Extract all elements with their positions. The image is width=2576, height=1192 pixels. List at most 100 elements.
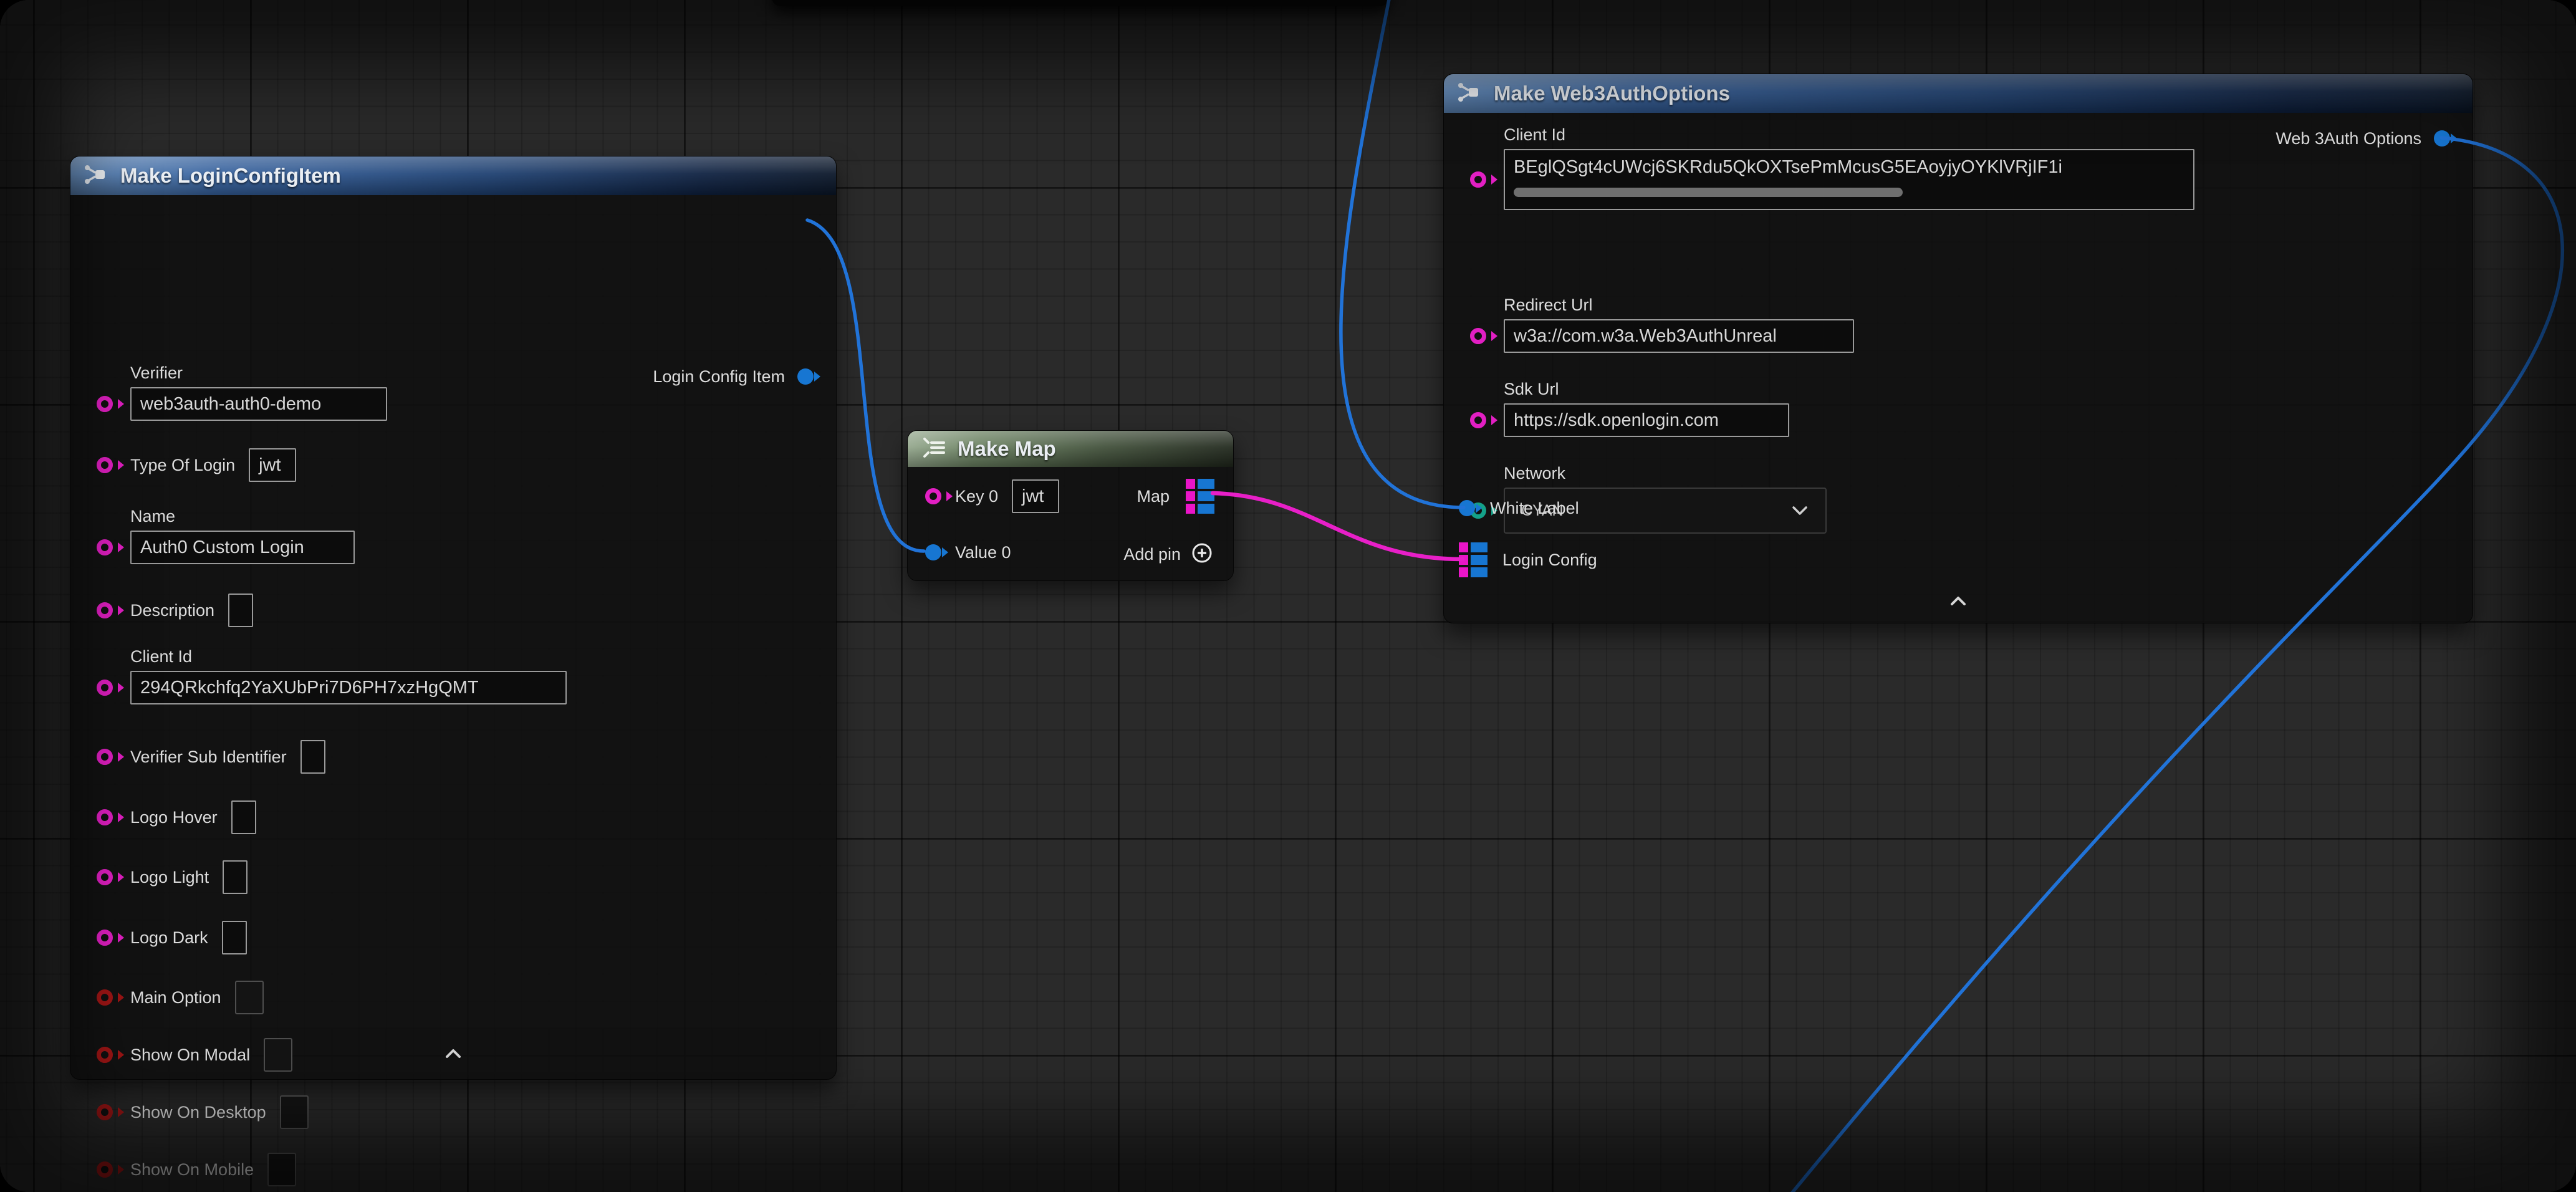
pin-row-verifier-sub-identifier: Verifier Sub Identifier [97,739,325,774]
client-id-value: BEglQSgt4cUWcj6SKRdu5QkOXTsePmMcusG5EAoy… [1514,157,2062,177]
pin-row-client-id: Client Id BEglQSgt4cUWcj6SKRdu5QkOXTsePm… [1470,125,2194,210]
show-on-mobile-checkbox[interactable] [267,1153,296,1186]
key0-label: Key 0 [955,487,998,506]
sdk-url-input-pin[interactable] [1470,412,1486,428]
client-id-input-pin[interactable] [97,680,113,696]
field-label: Type Of Login [130,456,235,475]
node-title: Make LoginConfigItem [120,164,341,188]
pin-row-description: Description [97,593,253,628]
name-input-pin[interactable] [97,539,113,555]
verifier-input-pin[interactable] [97,396,113,412]
description-field[interactable] [228,594,253,627]
redirect-url-field[interactable]: w3a://com.w3a.Web3AuthUnreal [1504,319,1854,353]
field-label: White Label [1490,499,1579,518]
logo-hover-input-pin[interactable] [97,809,113,825]
field-label: Client Id [1504,125,2181,145]
pin-row-show-on-mobile: Show On Mobile [97,1152,296,1187]
logo-light-input-pin[interactable] [97,869,113,885]
pin-row-logo-dark: Logo Dark [97,920,247,955]
pin-row-main-option: Main Option [97,980,264,1015]
field-label: Login Config [1502,550,1597,570]
node-header-make-web3authoptions: Make Web3AuthOptions [1444,74,2473,113]
logo-dark-input-pin[interactable] [97,930,113,946]
output-pin-label: Web 3Auth Options [2276,129,2421,148]
field-label: Description [130,601,214,620]
node-title: Make Map [958,437,1056,461]
client-id-field[interactable]: BEglQSgt4cUWcj6SKRdu5QkOXTsePmMcusG5EAoy… [1504,149,2194,210]
make-struct-icon [1456,79,1484,109]
pin-row-sdk-url: Sdk Url https://sdk.openlogin.com [1470,380,1789,437]
show-on-mobile-input-pin[interactable] [97,1161,113,1178]
sdk-url-field[interactable]: https://sdk.openlogin.com [1504,403,1789,437]
pin-row-value0: Value 0 [925,535,1025,570]
client-id-field[interactable]: 294QRkchfq2YaXUbPri7D6PH7xzHgQMT [130,671,567,704]
offscreen-node-bottom-edge[interactable] [772,0,1389,6]
main-option-checkbox[interactable] [235,981,264,1014]
key0-input-pin[interactable] [925,488,941,504]
verifier-sub-identifier-field[interactable] [300,740,325,774]
value0-input-pin[interactable] [925,544,941,560]
field-label: Name [130,507,341,526]
pin-row-logo-hover: Logo Hover [97,800,256,835]
field-label: Main Option [130,988,221,1007]
add-pin-label: Add pin [1123,545,1181,564]
key0-field[interactable]: jwt [1012,479,1059,513]
pin-row-map-out: Map [1137,479,1233,514]
field-label: Show On Mobile [130,1160,254,1180]
value0-label: Value 0 [955,543,1011,562]
pin-row-redirect-url: Redirect Url w3a://com.w3a.Web3AuthUnrea… [1470,296,1854,353]
logo-light-field[interactable] [223,860,248,894]
pin-row-login-config-item-out: Login Config Item [653,359,836,394]
output-pin-label: Login Config Item [653,367,785,387]
pin-row-logo-light: Logo Light [97,860,248,895]
type-of-login-field[interactable]: jwt [249,448,296,482]
pin-row-key0: Key 0 jwt [925,479,1059,514]
field-label: Verifier [130,363,373,383]
show-on-modal-checkbox[interactable] [264,1038,292,1072]
show-on-desktop-input-pin[interactable] [97,1104,113,1120]
node-make-map[interactable]: Make Map Key 0 jwt Map Value 0 Add pin [907,430,1234,581]
node-header-make-map: Make Map [908,431,1233,467]
description-input-pin[interactable] [97,602,113,618]
node-make-loginconfigitem[interactable]: Make LoginConfigItem Login Config Item V… [70,156,837,1080]
make-struct-icon [83,161,110,191]
type-of-login-input-pin[interactable] [97,457,113,473]
verifier-sub-identifier-input-pin[interactable] [97,749,113,765]
pin-row-client-id: Client Id 294QRkchfq2YaXUbPri7D6PH7xzHgQ… [97,647,567,704]
logo-dark-field[interactable] [222,921,247,954]
client-id-input-pin[interactable] [1470,171,1486,188]
node-make-web3authoptions[interactable]: Make Web3AuthOptions Web 3Auth Options C… [1443,74,2473,623]
circle-plus-icon [1191,542,1213,567]
logo-hover-field[interactable] [231,800,256,834]
pin-row-show-on-desktop: Show On Desktop [97,1095,309,1130]
map-container-pin-icon[interactable] [1186,479,1214,514]
field-label: Show On Modal [130,1045,250,1065]
login-config-item-output-pin[interactable] [797,368,814,385]
field-label: Network [1504,464,1813,483]
field-label: Logo Dark [130,928,208,948]
chevron-up-icon[interactable] [1949,596,1968,609]
blueprint-graph-canvas[interactable]: Make LoginConfigItem Login Config Item V… [0,0,2576,1192]
pin-row-show-on-modal: Show On Modal [97,1037,292,1072]
pin-row-name: Name Auth0 Custom Login [97,507,355,564]
horizontal-scrollbar[interactable] [1514,188,1903,197]
make-map-list-icon [920,435,948,463]
pin-row-white-label: White Label [1459,491,1593,526]
pin-row-verifier: Verifier web3auth-auth0-demo [97,363,387,421]
show-on-modal-input-pin[interactable] [97,1047,113,1063]
pin-row-login-config: Login Config [1459,541,1611,579]
field-label: Sdk Url [1504,380,1776,399]
verifier-field[interactable]: web3auth-auth0-demo [130,387,387,421]
blueprint-editor-screen: Make LoginConfigItem Login Config Item V… [0,0,2576,1192]
add-pin-button[interactable]: Add pin [1123,537,1233,572]
field-label: Logo Light [130,868,209,887]
field-label: Verifier Sub Identifier [130,747,287,767]
show-on-desktop-checkbox[interactable] [280,1095,309,1129]
field-label: Redirect Url [1504,296,1840,315]
main-option-input-pin[interactable] [97,989,113,1006]
chevron-up-icon[interactable] [444,1049,463,1062]
node-header-make-loginconfigitem: Make LoginConfigItem [70,156,836,195]
redirect-url-input-pin[interactable] [1470,328,1486,344]
map-output-label: Map [1137,487,1170,506]
name-field[interactable]: Auth0 Custom Login [130,531,355,564]
